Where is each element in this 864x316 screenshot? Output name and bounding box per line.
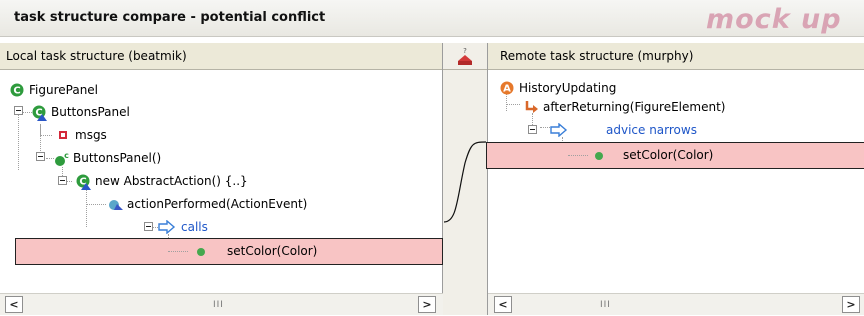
tree-node-label: msgs xyxy=(75,128,107,142)
collapse-toggle[interactable] xyxy=(36,152,45,161)
tree-node-anonymous-class[interactable]: C new AbstractAction() {..} xyxy=(76,172,248,190)
scroll-left-button[interactable]: < xyxy=(494,296,512,313)
scroll-right-button[interactable]: > xyxy=(842,296,860,313)
remote-pane-title: Remote task structure (murphy) xyxy=(500,49,694,63)
tree-node-label: FigurePanel xyxy=(29,83,99,97)
tree-node-label: afterReturning(FigureElement) xyxy=(543,100,726,114)
tree-node-actionperformed[interactable]: actionPerformed(ActionEvent) xyxy=(108,195,307,213)
collapse-toggle[interactable] xyxy=(58,176,67,185)
tree-node-label: setColor(Color) xyxy=(227,244,318,258)
remote-task-pane: Remote task structure (murphy) A History… xyxy=(486,43,864,315)
tree-node-advice-narrows[interactable]: advice narrows xyxy=(550,121,697,139)
collapse-toggle[interactable] xyxy=(14,106,23,115)
tree-node-setcolor-remote[interactable]: setColor(Color) xyxy=(592,146,713,164)
tree-node-setcolor-local[interactable]: setColor(Color) xyxy=(194,242,317,260)
gutter-header: ? xyxy=(443,43,487,70)
tree-node-label: setColor(Color) xyxy=(623,148,714,162)
scroll-thumb-grip[interactable]: III xyxy=(213,300,224,310)
svg-text:?: ? xyxy=(463,47,467,55)
tree-node-figurepanel[interactable]: C FigurePanel xyxy=(10,81,98,99)
tree-node-label: advice narrows xyxy=(606,123,697,137)
tree-node-label: ButtonsPanel() xyxy=(73,151,162,165)
tree-node-label: actionPerformed(ActionEvent) xyxy=(127,197,308,211)
collapse-toggle[interactable] xyxy=(528,125,537,134)
class-icon: C xyxy=(10,83,24,97)
svg-text:c: c xyxy=(64,151,69,160)
title-bar: task structure compare - potential confl… xyxy=(0,0,864,37)
constructor-icon: c xyxy=(54,151,69,166)
arrow-right-icon xyxy=(550,122,568,138)
tree-node-buttonspanel-constructor[interactable]: c ButtonsPanel() xyxy=(54,149,161,167)
local-pane-title: Local task structure (beatmik) xyxy=(6,49,187,63)
aspect-icon: A xyxy=(500,81,514,95)
tree-node-label: new AbstractAction() {..} xyxy=(95,174,248,188)
local-task-pane: Local task structure (beatmik) C FigureP… xyxy=(0,43,443,315)
advice-icon xyxy=(524,100,538,114)
public-method-icon xyxy=(592,148,606,162)
window-title: task structure compare - potential confl… xyxy=(14,10,326,25)
scroll-thumb-grip[interactable]: III xyxy=(600,300,611,310)
collapse-toggle[interactable] xyxy=(144,222,153,231)
conflict-connector-line xyxy=(443,141,487,223)
tree-node-buttonspanel[interactable]: C ButtonsPanel xyxy=(32,103,130,121)
remote-horizontal-scrollbar[interactable]: < III > xyxy=(488,293,864,315)
tree-node-label: HistoryUpdating xyxy=(519,81,617,95)
tree-node-afterreturning[interactable]: afterReturning(FigureElement) xyxy=(524,98,725,116)
local-horizontal-scrollbar[interactable]: < III > xyxy=(0,293,443,315)
method-icon xyxy=(108,197,123,211)
tree-node-historyupdating[interactable]: A HistoryUpdating xyxy=(500,79,616,97)
anonymous-class-icon: C xyxy=(76,174,91,190)
inner-class-icon: C xyxy=(32,105,47,121)
private-field-icon xyxy=(56,128,70,142)
public-method-icon xyxy=(194,244,208,258)
svg-text:C: C xyxy=(13,86,20,97)
tree-node-label: ButtonsPanel xyxy=(51,105,130,119)
mock-up-watermark: mock up xyxy=(706,4,842,35)
remote-task-tree: A HistoryUpdating afterReturning(FigureE… xyxy=(486,71,864,291)
tree-node-msgs[interactable]: msgs xyxy=(56,126,107,144)
svg-text:A: A xyxy=(503,84,511,95)
tree-node-label: calls xyxy=(181,220,208,234)
local-task-tree: C FigurePanel C ButtonsPanel msgs c Butt… xyxy=(0,71,443,291)
compare-gutter: ? xyxy=(443,43,487,315)
arrow-right-icon xyxy=(158,219,176,235)
scroll-left-button[interactable]: < xyxy=(5,296,23,313)
tree-node-calls[interactable]: calls xyxy=(158,218,208,236)
local-pane-header: Local task structure (beatmik) xyxy=(0,43,442,70)
remote-pane-header: Remote task structure (murphy) xyxy=(488,43,864,70)
conflict-icon[interactable]: ? xyxy=(455,47,475,67)
scroll-right-button[interactable]: > xyxy=(418,296,436,313)
